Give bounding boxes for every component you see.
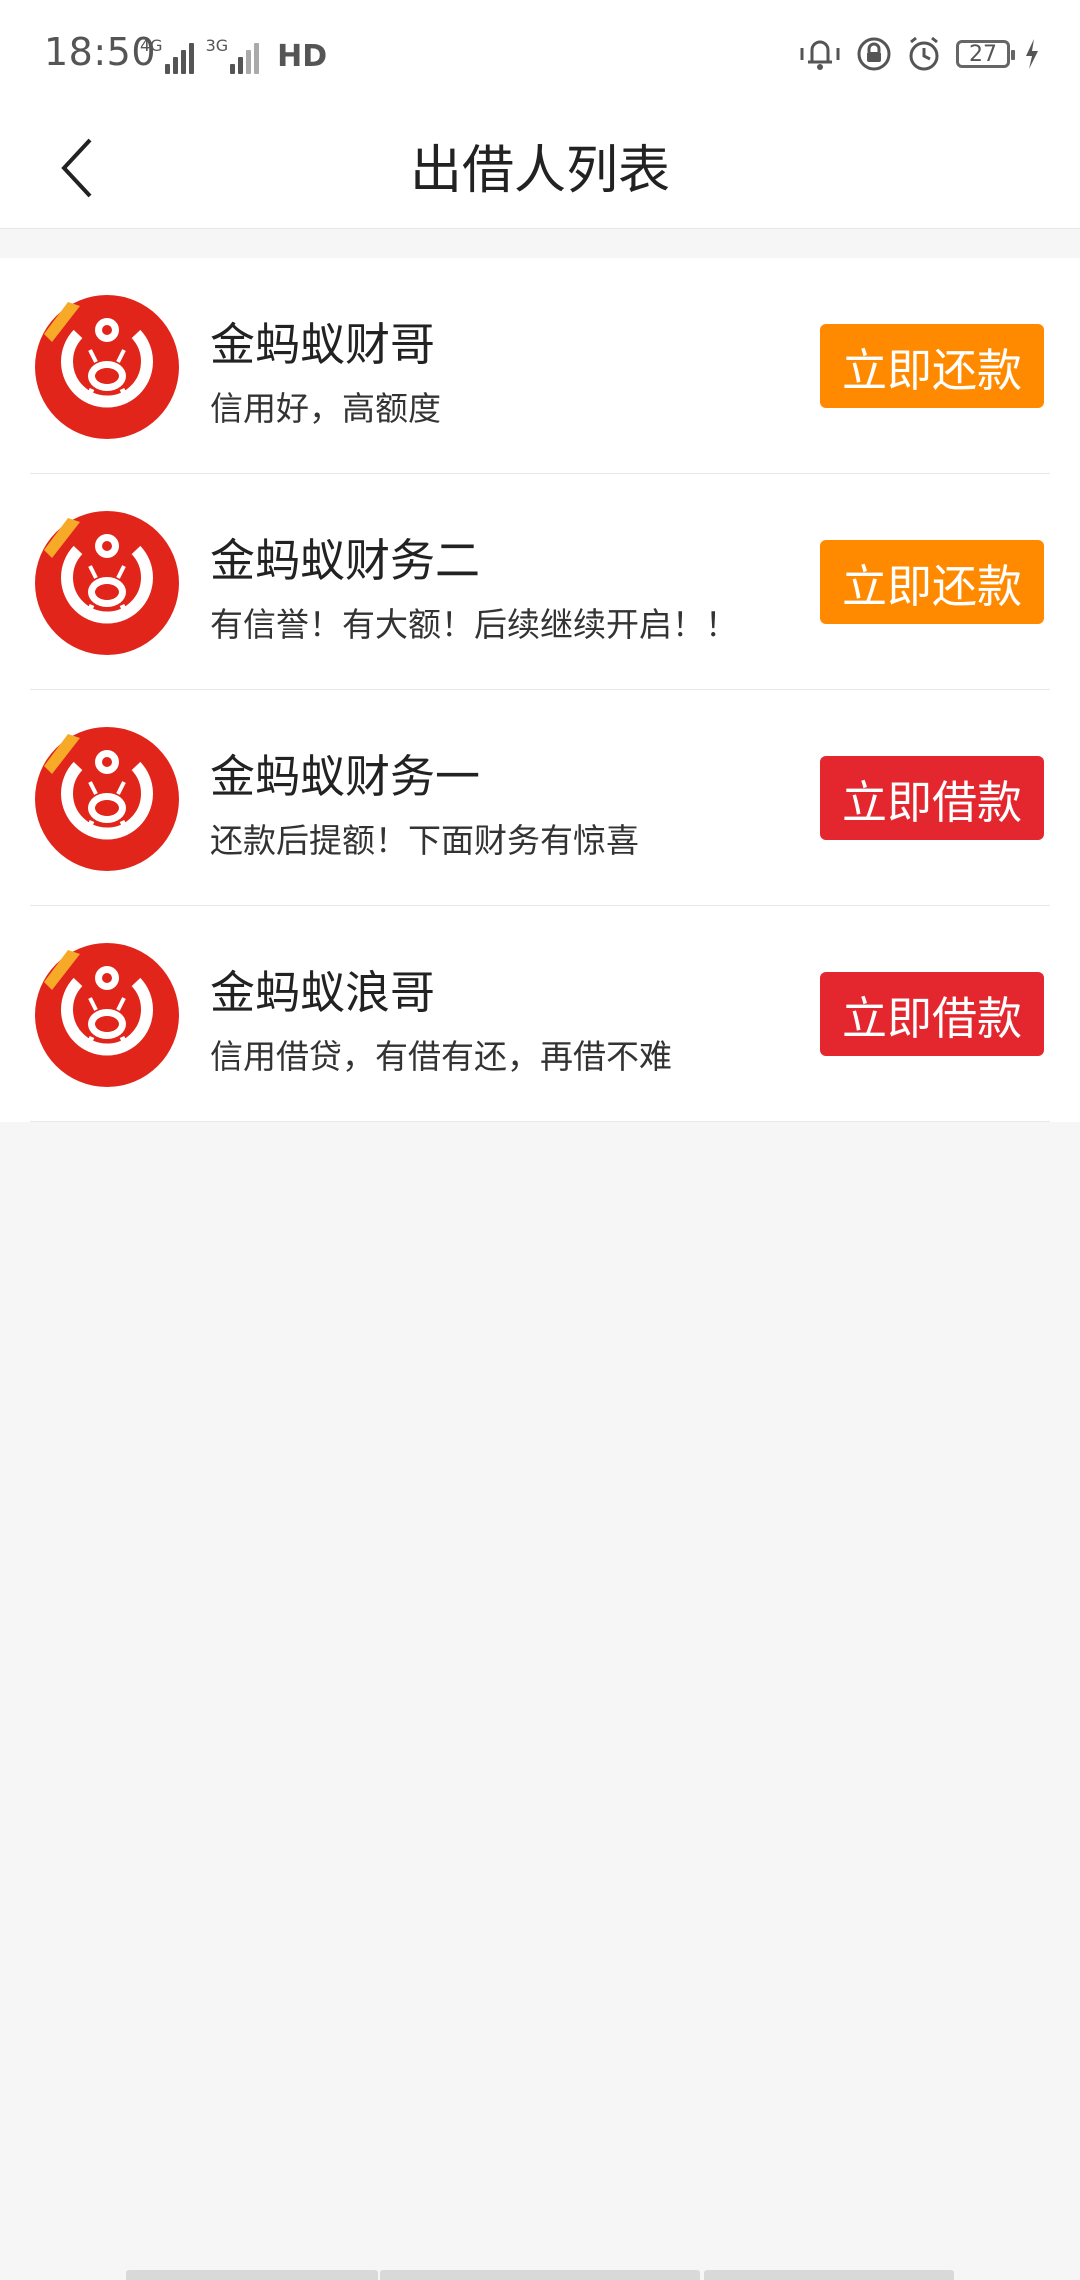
net-type-label-2: 3G	[205, 36, 229, 55]
page-title: 出借人列表	[409, 141, 670, 201]
gold-ant-logo-icon	[35, 943, 179, 1087]
status-icons: 27	[798, 34, 1040, 74]
net-type-label-1: 4G	[140, 36, 163, 55]
vibrate-icon	[800, 40, 840, 70]
nav-hint-left	[126, 2270, 378, 2280]
lender-list: 金蚂蚁财哥 信用好，高额度 立即还款 金蚂蚁财务二 有信誉！有大额！后续继续开启…	[0, 258, 1080, 1122]
list-item[interactable]: 金蚂蚁财哥 信用好，高额度 立即还款	[0, 258, 1080, 474]
repay-now-button[interactable]: 立即还款	[820, 324, 1044, 408]
gold-ant-logo-icon	[35, 295, 179, 439]
lender-name: 金蚂蚁财哥	[210, 318, 436, 371]
repay-now-button[interactable]: 立即还款	[820, 540, 1044, 624]
status-bar: 18:50 4G 3G HD 27	[0, 0, 1080, 110]
lender-name: 金蚂蚁财务一	[210, 750, 481, 803]
app-header: 出借人列表	[0, 110, 1080, 229]
nav-hint-center	[380, 2270, 700, 2280]
list-item[interactable]: 金蚂蚁财务二 有信誉！有大额！后续继续开启！！ 立即还款	[0, 474, 1080, 690]
lender-desc: 信用好，高额度	[210, 389, 441, 428]
lender-desc: 信用借贷，有借有还，再借不难	[210, 1037, 672, 1076]
alarm-icon	[909, 36, 939, 71]
list-item[interactable]: 金蚂蚁浪哥 信用借贷，有借有还，再借不难 立即借款	[0, 906, 1080, 1122]
lender-name: 金蚂蚁浪哥	[210, 966, 436, 1019]
signal-bars-icon	[164, 40, 194, 74]
lender-desc: 有信誉！有大额！后续继续开启！！	[210, 605, 738, 644]
hd-badge: HD	[277, 39, 328, 74]
battery-level: 27	[969, 41, 997, 67]
lender-name: 金蚂蚁财务二	[210, 534, 481, 587]
signal-bars-icon-2	[230, 40, 260, 74]
gold-ant-logo-icon	[35, 511, 179, 655]
borrow-now-button[interactable]: 立即借款	[820, 756, 1044, 840]
lock-rotation-icon	[857, 37, 891, 71]
network-indicators: 4G 3G HD	[140, 34, 327, 74]
gold-ant-logo-icon	[35, 727, 179, 871]
battery-icon: 27	[956, 40, 1015, 68]
charging-icon	[1026, 39, 1038, 69]
list-item[interactable]: 金蚂蚁财务一 还款后提额！下面财务有惊喜 立即借款	[0, 690, 1080, 906]
divider	[30, 1121, 1050, 1122]
nav-hint-right	[704, 2270, 954, 2280]
borrow-now-button[interactable]: 立即借款	[820, 972, 1044, 1056]
lender-desc: 还款后提额！下面财务有惊喜	[210, 821, 639, 860]
